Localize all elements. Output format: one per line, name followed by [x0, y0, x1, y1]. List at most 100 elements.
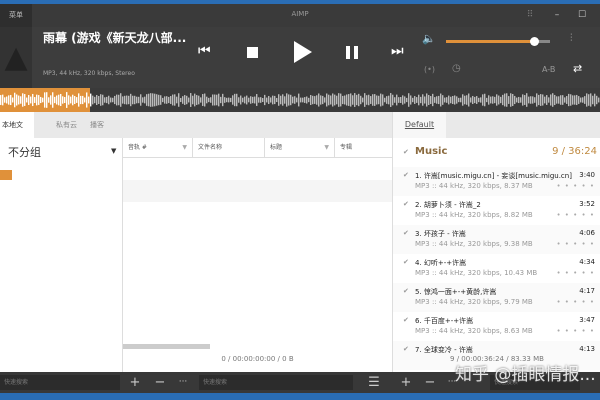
- playlist-remove-icon[interactable]: −: [420, 372, 440, 393]
- library-tabs: 本地文件 私有云 播客: [0, 112, 392, 155]
- aimp-logo-icon: ▲: [0, 27, 32, 88]
- app-title: AIMP: [291, 10, 309, 18]
- column-filename[interactable]: 文件名称: [193, 138, 265, 158]
- group-select[interactable]: 不分组: [8, 144, 41, 160]
- check-icon[interactable]: ✔: [403, 171, 409, 179]
- check-icon[interactable]: ✔: [403, 258, 409, 266]
- filter-icon[interactable]: ▼: [324, 138, 329, 158]
- radio-icon[interactable]: (•): [424, 65, 435, 74]
- library-status: 0 / 00:00:00:00 / 0 B: [221, 355, 294, 363]
- playlist-item[interactable]: ✔ 3. 坏孩子 - 许嵩 4:06MP3 :: 44 kHz, 320 kbp…: [393, 225, 600, 254]
- tab-private-cloud[interactable]: 私有云: [48, 112, 85, 138]
- item-duration: 3:40: [579, 171, 595, 179]
- table-row: [123, 180, 392, 202]
- group-panel: 不分组 ▼: [0, 138, 123, 372]
- check-icon[interactable]: ✔: [403, 229, 409, 237]
- item-info: MP3 :: 44 kHz, 320 kbps, 9.38 MB: [415, 240, 533, 248]
- rating-stars[interactable]: • • • • •: [556, 269, 595, 277]
- add-icon[interactable]: +: [125, 372, 145, 393]
- playlist-tabs: Default: [393, 112, 600, 138]
- tab-default[interactable]: Default: [393, 112, 446, 138]
- volume-knob[interactable]: [530, 37, 539, 46]
- item-info: MP3 :: 44 kHz, 320 kbps, 9.79 MB: [415, 298, 533, 306]
- rating-stars[interactable]: • • • • •: [556, 240, 595, 248]
- library-quick-search-input[interactable]: 快速搜索: [199, 375, 353, 390]
- item-info: MP3 :: 44 kHz, 320 kbps, 8.63 MB: [415, 327, 533, 335]
- item-title: 5. 惊鸿一面+-+黄龄,许嵩: [415, 288, 497, 296]
- rating-stars[interactable]: • • • • •: [556, 182, 595, 190]
- tab-local-files[interactable]: 本地文件: [0, 112, 34, 155]
- waveform-seekbar[interactable]: [0, 88, 600, 112]
- check-icon[interactable]: ✔: [403, 287, 409, 295]
- previous-icon[interactable]: ⏮: [198, 43, 211, 59]
- more-icon[interactable]: ···: [173, 372, 193, 393]
- watermark: 知乎 @插眼情报...: [455, 365, 596, 385]
- track-title: 雨幕 (游戏《新天龙八部...: [43, 31, 187, 45]
- volume-icon[interactable]: 🔈: [422, 32, 436, 45]
- playlist-group-header[interactable]: ✔ Music 9 / 36:24: [393, 142, 600, 164]
- item-title: 4. 幻听+-+许嵩: [415, 259, 467, 267]
- all-button[interactable]: [0, 170, 12, 180]
- item-duration: 4:17: [579, 287, 595, 295]
- item-duration: 4:34: [579, 258, 595, 266]
- item-duration: 4:13: [579, 345, 595, 353]
- item-duration: 3:47: [579, 316, 595, 324]
- timer-icon[interactable]: ◷: [452, 63, 461, 74]
- playlist-panel: Default ✔ Music 9 / 36:24 ✔ 1. 许嵩[music.…: [392, 112, 600, 372]
- item-title: 1. 许嵩[music.migu.cn] - 妄谈[music.migu.cn]: [415, 172, 572, 180]
- playlist-item[interactable]: ✔ 5. 惊鸿一面+-+黄龄,许嵩 4:17MP3 :: 44 kHz, 320…: [393, 283, 600, 312]
- rating-stars[interactable]: • • • • •: [556, 298, 595, 306]
- column-title[interactable]: 标题 ▼: [265, 138, 335, 158]
- rating-stars[interactable]: • • • • •: [556, 211, 595, 219]
- minimize-button[interactable]: –: [545, 4, 569, 27]
- remove-icon[interactable]: −: [150, 372, 170, 393]
- playlist-item[interactable]: ✔ 1. 许嵩[music.migu.cn] - 妄谈[music.migu.c…: [393, 167, 600, 196]
- track-info: MP3, 44 kHz, 320 kbps, Stereo: [43, 70, 135, 77]
- volume-slider[interactable]: [446, 40, 534, 43]
- column-label: 标题: [270, 144, 283, 151]
- player-header: ▲ 雨幕 (游戏《新天龙八部... MP3, 44 kHz, 320 kbps,…: [0, 27, 600, 88]
- rating-stars[interactable]: • • • • •: [556, 327, 595, 335]
- column-album[interactable]: 专辑: [335, 138, 392, 158]
- next-icon[interactable]: ⏭: [391, 43, 404, 59]
- item-title: 2. 胡萝卜须 - 许嵩_2: [415, 201, 481, 209]
- check-icon[interactable]: ✔: [403, 316, 409, 324]
- check-icon[interactable]: ✔: [403, 345, 409, 353]
- mini-mode-icon[interactable]: ⠿: [518, 4, 542, 27]
- os-taskbar: [0, 393, 600, 400]
- menu-icon[interactable]: ☰: [362, 372, 386, 393]
- column-track-number[interactable]: 音轨 # ▼: [123, 138, 193, 158]
- filter-icon[interactable]: ▼: [182, 138, 187, 158]
- equalizer-icon[interactable]: ⫶: [570, 33, 573, 44]
- tab-podcast[interactable]: 播客: [82, 112, 112, 138]
- playlist-item[interactable]: ✔ 6. 千百度+-+许嵩 3:47MP3 :: 44 kHz, 320 kbp…: [393, 312, 600, 341]
- library-table: 音轨 # ▼ 文件名称 标题 ▼ 专辑 0 / 00:00:00:00 / 0 B: [123, 138, 392, 372]
- item-info: MP3 :: 44 kHz, 320 kbps, 10.43 MB: [415, 269, 538, 277]
- maximize-button[interactable]: ☐: [570, 4, 594, 27]
- ab-repeat-button[interactable]: A-B: [542, 65, 555, 74]
- playlist-item[interactable]: ✔ 2. 胡萝卜须 - 许嵩_2 3:52MP3 :: 44 kHz, 320 …: [393, 196, 600, 225]
- group-summary: 9 / 36:24: [552, 146, 597, 157]
- pause-icon[interactable]: [346, 46, 358, 59]
- item-duration: 3:52: [579, 200, 595, 208]
- chevron-down-icon[interactable]: ▼: [111, 147, 116, 155]
- item-duration: 4:06: [579, 229, 595, 237]
- repeat-icon[interactable]: ⇄: [573, 62, 582, 75]
- title-bar: 菜单 AIMP ⠿ – ☐: [0, 4, 600, 27]
- item-title: 3. 坏孩子 - 许嵩: [415, 230, 466, 238]
- item-title: 6. 千百度+-+许嵩: [415, 317, 474, 325]
- item-info: MP3 :: 44 kHz, 320 kbps, 8.82 MB: [415, 211, 533, 219]
- group-name: Music: [415, 146, 448, 157]
- playlist-item[interactable]: ✔ 4. 幻听+-+许嵩 4:34MP3 :: 44 kHz, 320 kbps…: [393, 254, 600, 283]
- table-row: [123, 158, 392, 180]
- horizontal-scrollbar[interactable]: [123, 344, 210, 349]
- check-icon[interactable]: ✔: [403, 148, 409, 156]
- library-search-input[interactable]: 快速搜索: [0, 375, 120, 390]
- playlist-add-icon[interactable]: +: [396, 372, 416, 393]
- check-icon[interactable]: ✔: [403, 200, 409, 208]
- waveform-graphic: [0, 92, 600, 108]
- item-info: MP3 :: 44 kHz, 320 kbps, 8.37 MB: [415, 182, 533, 190]
- stop-icon[interactable]: [247, 47, 258, 58]
- play-icon[interactable]: [294, 41, 312, 63]
- item-title: 7. 全球变冷 - 许嵩: [415, 346, 473, 354]
